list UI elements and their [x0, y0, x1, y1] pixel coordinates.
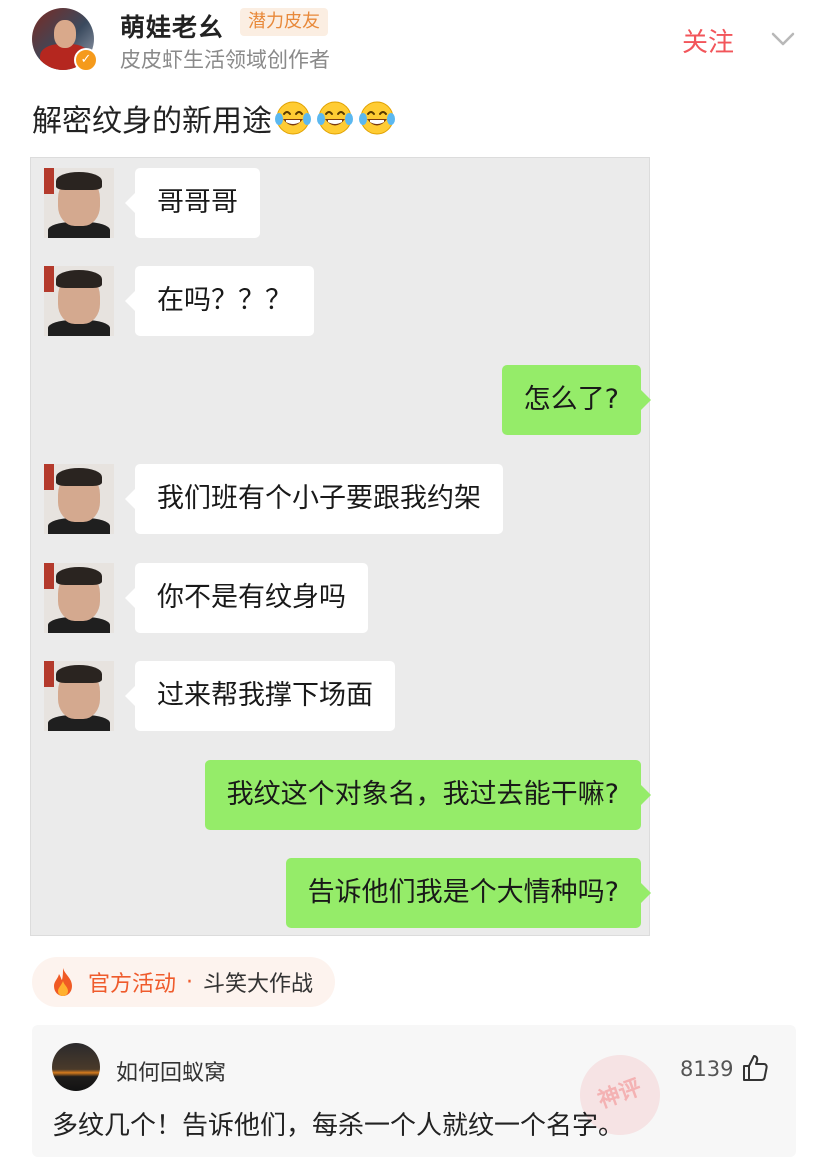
- comment-text: 多纹几个！告诉他们，每杀一个人就纹一个名字。: [52, 1111, 625, 1141]
- received-message: 我们班有个小子要跟我约架: [31, 464, 651, 534]
- activity-tag[interactable]: 官方活动 · 斗笑大作战: [32, 957, 336, 1007]
- received-message: 在吗？？？: [31, 266, 651, 336]
- chat-contact-avatar[interactable]: [44, 464, 114, 534]
- post-caption-text: 解密纹身的新用途: [32, 104, 272, 139]
- laughing-tears-emoji: [317, 101, 353, 135]
- top-comment[interactable]: 如何回蚁窝 神评 8139 多纹几个！告诉他们，每杀一个人就纹一个名字。: [32, 1025, 796, 1157]
- chevron-down-icon[interactable]: [770, 26, 796, 52]
- chat-bubble[interactable]: 怎么了?: [501, 365, 652, 435]
- activity-official-label: 官方活动: [88, 972, 177, 997]
- received-message: 过来帮我撑下场面: [31, 661, 651, 731]
- post-header: ✓ 萌娃老幺 潜力皮友 皮皮虾生活领域创作者 关注: [0, 0, 828, 88]
- commenter-avatar[interactable]: [52, 1043, 100, 1091]
- post-caption: 解密纹身的新用途: [32, 96, 400, 140]
- thumbs-up-icon[interactable]: [740, 1053, 770, 1083]
- chat-contact-avatar[interactable]: [44, 168, 114, 238]
- chat-screenshot[interactable]: 哥哥哥在吗？？？ 怎么了? 我们班有个小子要跟我约架 你不是有纹身吗 过来帮我撑下场面我…: [30, 157, 652, 936]
- chat-bubble[interactable]: 过来帮我撑下场面: [125, 661, 395, 731]
- author-avatar[interactable]: ✓: [32, 8, 98, 74]
- creator-level-badge: 潜力皮友: [240, 8, 328, 36]
- sent-message: 怎么了?: [31, 365, 652, 435]
- activity-name: 斗笑大作战: [203, 972, 314, 997]
- received-message: 你不是有纹身吗: [31, 563, 651, 633]
- chat-bubble[interactable]: 我纹这个对象名，我过去能干嘛?: [204, 760, 652, 830]
- follow-button[interactable]: 关注: [682, 22, 734, 59]
- chat-bubble[interactable]: 哥哥哥: [125, 168, 260, 238]
- fire-icon: [54, 968, 72, 996]
- chat-contact-avatar[interactable]: [44, 661, 114, 731]
- like-count: 8139: [680, 1057, 734, 1081]
- chat-bubble[interactable]: 我们班有个小子要跟我约架: [125, 464, 503, 534]
- chat-bubble[interactable]: 你不是有纹身吗: [125, 563, 368, 633]
- chat-bubble[interactable]: 告诉他们我是个大情种吗?: [285, 858, 652, 928]
- author-subtitle: 皮皮虾生活领域创作者: [120, 48, 330, 72]
- emoji-row: [274, 99, 400, 137]
- received-message: 哥哥哥: [31, 168, 651, 238]
- verified-badge-icon: ✓: [74, 48, 98, 72]
- author-name[interactable]: 萌娃老幺: [120, 8, 224, 44]
- chat-contact-avatar[interactable]: [44, 266, 114, 336]
- laughing-tears-emoji: [275, 101, 311, 135]
- chat-contact-avatar[interactable]: [44, 563, 114, 633]
- commenter-name[interactable]: 如何回蚁窝: [116, 1055, 226, 1087]
- sent-message: 告诉他们我是个大情种吗?: [31, 858, 652, 928]
- laughing-tears-emoji: [359, 101, 395, 135]
- chat-bubble[interactable]: 在吗？？？: [125, 266, 314, 336]
- activity-separator: ·: [186, 969, 194, 995]
- sent-message: 我纹这个对象名，我过去能干嘛?: [31, 760, 652, 830]
